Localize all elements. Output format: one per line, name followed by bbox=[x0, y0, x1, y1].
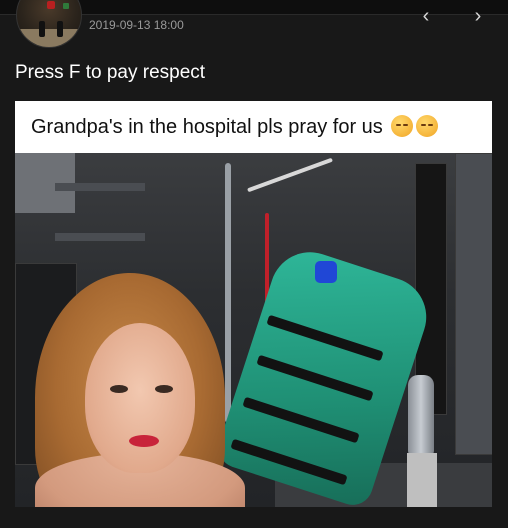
wall-shelf bbox=[55, 233, 145, 241]
gas-tank bbox=[408, 375, 434, 455]
pensive-face-emoji-icon bbox=[416, 115, 439, 137]
post-image[interactable]: Grandpa's in the hospital pls pray for u… bbox=[15, 101, 492, 507]
pensive-face-emoji-icon bbox=[391, 115, 414, 137]
white-tube bbox=[247, 157, 333, 193]
avatar-figure bbox=[39, 21, 45, 37]
wall-shelf bbox=[55, 183, 145, 191]
chevron-left-icon[interactable]: ‹ bbox=[414, 6, 438, 30]
avatar-detail bbox=[63, 3, 69, 9]
avatar[interactable] bbox=[16, 0, 82, 48]
woman-face bbox=[85, 323, 195, 473]
hospital-photo bbox=[15, 153, 492, 507]
blue-cap bbox=[315, 261, 337, 283]
chevron-right-icon[interactable]: › bbox=[466, 6, 490, 30]
post-timestamp: 2019-09-13 18:00 bbox=[89, 18, 184, 32]
meme-header: Grandpa's in the hospital pls pray for u… bbox=[15, 101, 492, 153]
avatar-figure bbox=[57, 21, 63, 37]
meme-header-text: Grandpa's in the hospital pls pray for u… bbox=[31, 116, 383, 138]
woman-lips bbox=[129, 435, 159, 447]
avatar-detail bbox=[47, 1, 55, 9]
post-caption: Press F to pay respect bbox=[15, 62, 206, 83]
pipe bbox=[225, 163, 231, 423]
woman-eye bbox=[110, 385, 128, 393]
equipment-column bbox=[455, 153, 492, 455]
woman-eye bbox=[155, 385, 173, 393]
tank-stand bbox=[407, 453, 437, 507]
avatar-ground bbox=[17, 29, 81, 47]
